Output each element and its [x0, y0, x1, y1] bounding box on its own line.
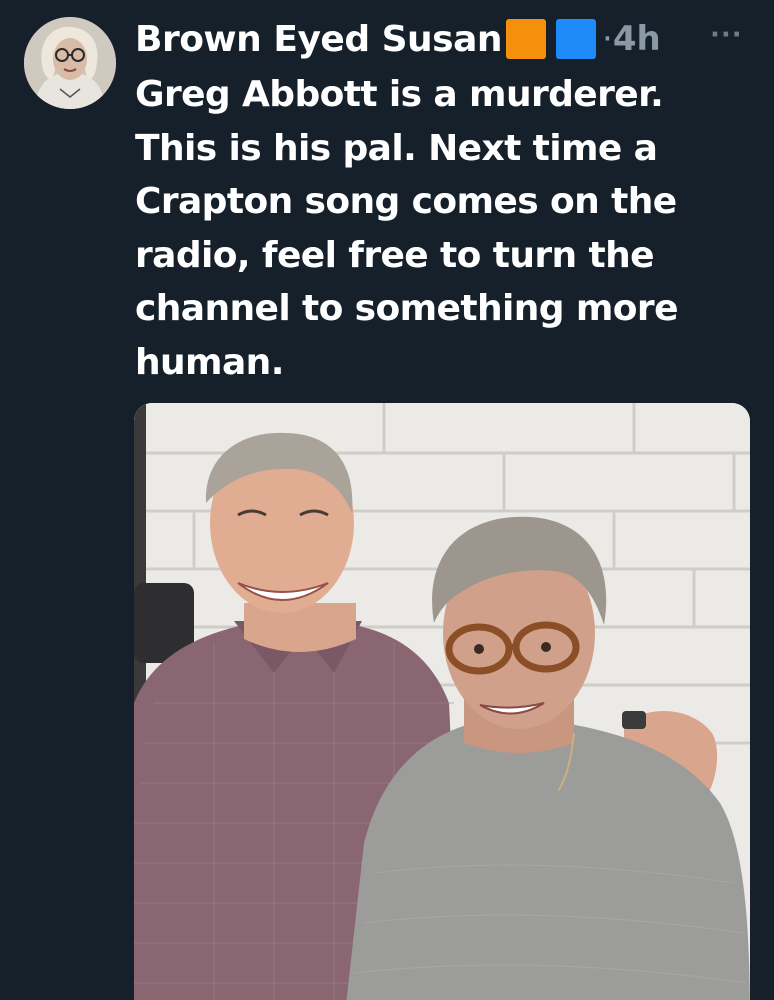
avatar-portrait — [24, 17, 116, 109]
orange-square-emoji — [506, 19, 547, 59]
post-timestamp[interactable]: 4h — [613, 19, 661, 59]
post-image[interactable] — [134, 403, 750, 1000]
author-name[interactable]: Brown Eyed Susan — [135, 19, 503, 60]
post-text: Greg Abbott is a murderer. This is his p… — [135, 74, 679, 383]
photo-two-men — [134, 403, 750, 1000]
avatar[interactable] — [24, 17, 116, 109]
more-options-icon[interactable]: ··· — [710, 20, 743, 50]
blue-square-emoji — [556, 19, 597, 59]
post: Brown Eyed Susan · 4h ··· Greg Abbott is… — [0, 0, 774, 1000]
separator-dot: · — [602, 19, 613, 59]
post-header: Brown Eyed Susan · 4h — [135, 12, 661, 66]
